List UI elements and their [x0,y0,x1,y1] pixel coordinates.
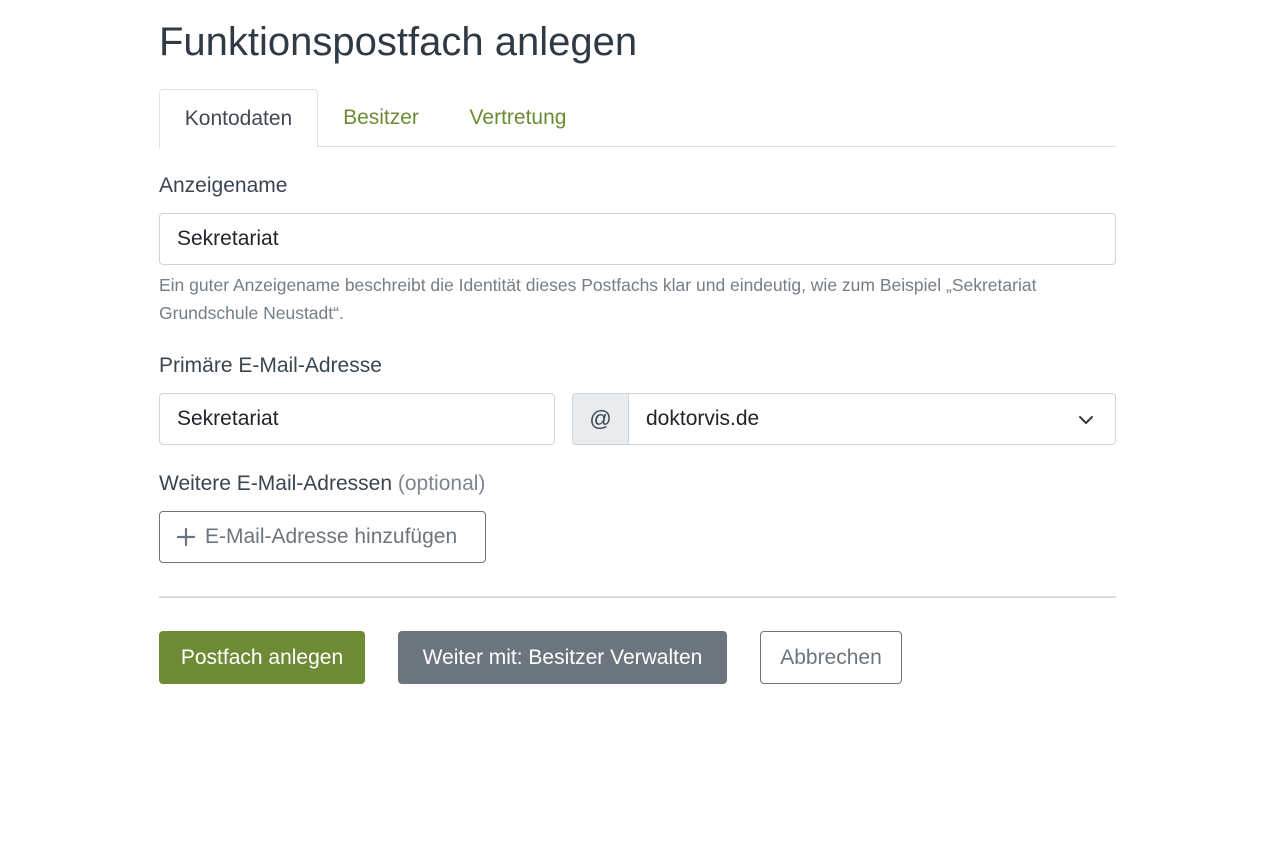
tab-besitzer[interactable]: Besitzer [319,89,443,148]
add-email-button[interactable]: E-Mail-Adresse hinzufügen [159,511,486,563]
chevron-down-icon [1079,416,1093,424]
email-domain-value: doktorvis.de [646,407,760,430]
additional-emails-label: Weitere E-Mail-Adressen (optional) [159,472,485,496]
tab-bar: Kontodaten Besitzer Vertretung [159,89,1116,148]
create-mailbox-button[interactable]: Postfach anlegen [159,631,365,684]
display-name-help-text: Ein guter Anzeigename beschreibt die Ide… [159,275,1037,323]
email-local-part-input[interactable]: Sekretariat [159,393,555,445]
additional-emails-label-text: Weitere E-Mail-Adressen [159,472,393,495]
divider [159,596,1116,598]
email-domain-select[interactable]: doktorvis.de [629,393,1116,445]
tab-vertretung[interactable]: Vertretung [445,89,591,148]
add-email-button-label: E-Mail-Adresse hinzufügen [205,525,458,548]
page-title: Funktionspostfach anlegen [159,20,638,64]
optional-hint: (optional) [397,472,486,495]
at-addon: @ [572,393,629,445]
cancel-button[interactable]: Abbrechen [760,631,902,684]
plus-icon [177,528,195,546]
tab-kontodaten[interactable]: Kontodaten [159,89,318,148]
next-owners-button[interactable]: Weiter mit: Besitzer Verwalten [398,631,727,684]
display-name-label: Anzeigename [159,174,288,197]
display-name-input[interactable]: Sekretariat [159,213,1116,265]
primary-email-label: Primäre E-Mail-Adresse [159,354,382,377]
